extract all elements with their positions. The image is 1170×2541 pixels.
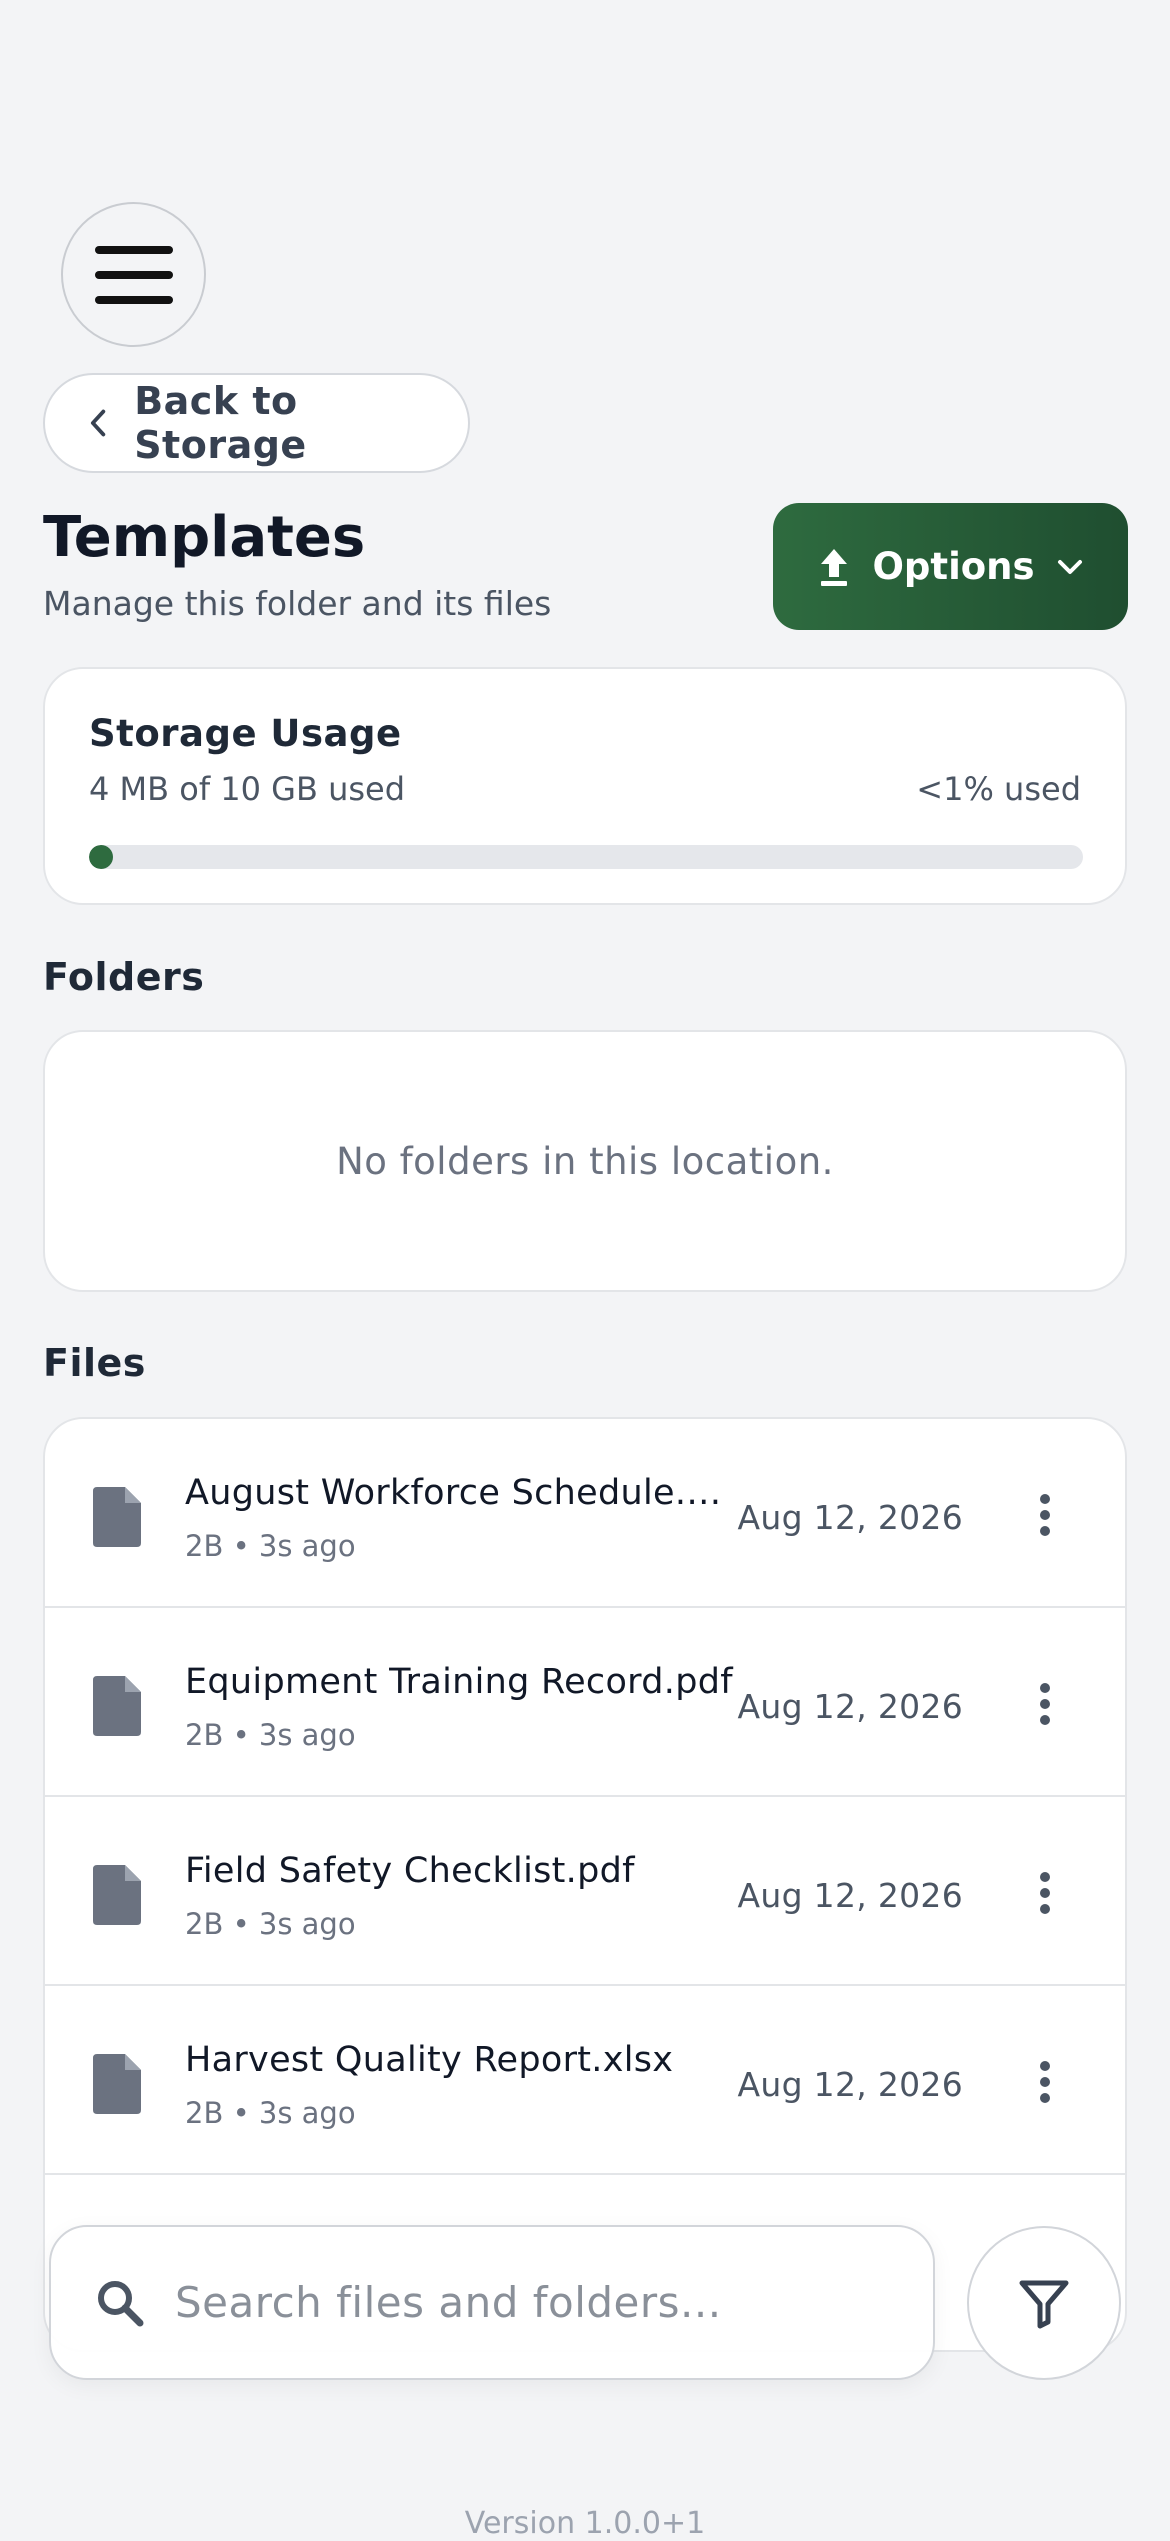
filter-button[interactable] xyxy=(967,2226,1121,2380)
more-vertical-icon xyxy=(1040,1872,1050,1914)
back-button-label: Back to Storage xyxy=(134,379,307,467)
file-date: Aug 12, 2026 xyxy=(737,1687,963,1726)
search-input[interactable] xyxy=(173,2277,877,2328)
file-meta: 2B • 3s ago xyxy=(185,1907,356,1941)
file-meta: 2B • 3s ago xyxy=(185,1718,356,1752)
file-name: Equipment Training Record.pdf xyxy=(185,1662,733,1702)
version-text: Version 1.0.0+1 xyxy=(464,2506,706,2541)
more-vertical-icon xyxy=(1040,2061,1050,2103)
document-icon xyxy=(93,2054,141,2114)
hamburger-icon xyxy=(94,245,173,304)
files-list: August Workforce Schedule.docx 2B • 3s a… xyxy=(43,1417,1127,2352)
file-date: Aug 12, 2026 xyxy=(737,2065,963,2104)
storage-used-text: 4 MB of 10 GB used xyxy=(89,770,406,808)
file-date: Aug 12, 2026 xyxy=(737,1876,963,1915)
file-date: Aug 12, 2026 xyxy=(737,1498,963,1537)
document-icon xyxy=(93,1487,141,1547)
upload-icon xyxy=(821,548,848,586)
options-button[interactable]: Options xyxy=(773,503,1128,630)
chevron-left-icon xyxy=(90,409,106,437)
file-more-button[interactable] xyxy=(1025,1865,1065,1921)
file-meta: 2B • 3s ago xyxy=(185,2096,356,2130)
folders-section-label: Folders xyxy=(43,955,205,999)
file-name: Harvest Quality Report.xlsx xyxy=(185,2040,674,2080)
file-more-button[interactable] xyxy=(1025,2054,1065,2110)
file-row[interactable]: Harvest Quality Report.xlsx 2B • 3s ago … xyxy=(45,1986,1125,2175)
storage-progress-bar xyxy=(89,845,1083,869)
file-name: Field Safety Checklist.pdf xyxy=(185,1851,635,1891)
search-icon xyxy=(98,2280,144,2326)
file-row[interactable]: August Workforce Schedule.docx 2B • 3s a… xyxy=(45,1419,1125,1608)
file-row[interactable]: Field Safety Checklist.pdf 2B • 3s ago A… xyxy=(45,1797,1125,1986)
storage-usage-card: Storage Usage 4 MB of 10 GB used <1% use… xyxy=(43,667,1127,905)
options-button-label: Options xyxy=(872,545,1035,588)
file-name: August Workforce Schedule.docx xyxy=(185,1473,740,1513)
file-more-button[interactable] xyxy=(1025,1676,1065,1732)
menu-button[interactable] xyxy=(61,202,206,347)
search-bar[interactable] xyxy=(49,2225,935,2380)
filter-icon xyxy=(1019,2280,1069,2329)
more-vertical-icon xyxy=(1040,1683,1050,1725)
page-title: Templates xyxy=(43,505,366,570)
file-row[interactable]: Equipment Training Record.pdf 2B • 3s ag… xyxy=(45,1608,1125,1797)
folders-empty-card: No folders in this location. xyxy=(43,1030,1127,1292)
folders-empty-text: No folders in this location. xyxy=(336,1139,834,1183)
file-more-button[interactable] xyxy=(1025,1487,1065,1543)
storage-usage-title: Storage Usage xyxy=(89,712,402,755)
storage-percent-text: <1% used xyxy=(916,770,1081,808)
document-icon xyxy=(93,1676,141,1736)
storage-progress-fill xyxy=(89,845,113,869)
files-section-label: Files xyxy=(43,1341,146,1385)
file-meta: 2B • 3s ago xyxy=(185,1529,356,1563)
chevron-down-icon xyxy=(1057,559,1082,574)
back-to-storage-button[interactable]: Back to Storage xyxy=(43,373,470,473)
document-icon xyxy=(93,1865,141,1925)
page-subtitle: Manage this folder and its files xyxy=(43,584,552,623)
more-vertical-icon xyxy=(1040,1494,1050,1536)
